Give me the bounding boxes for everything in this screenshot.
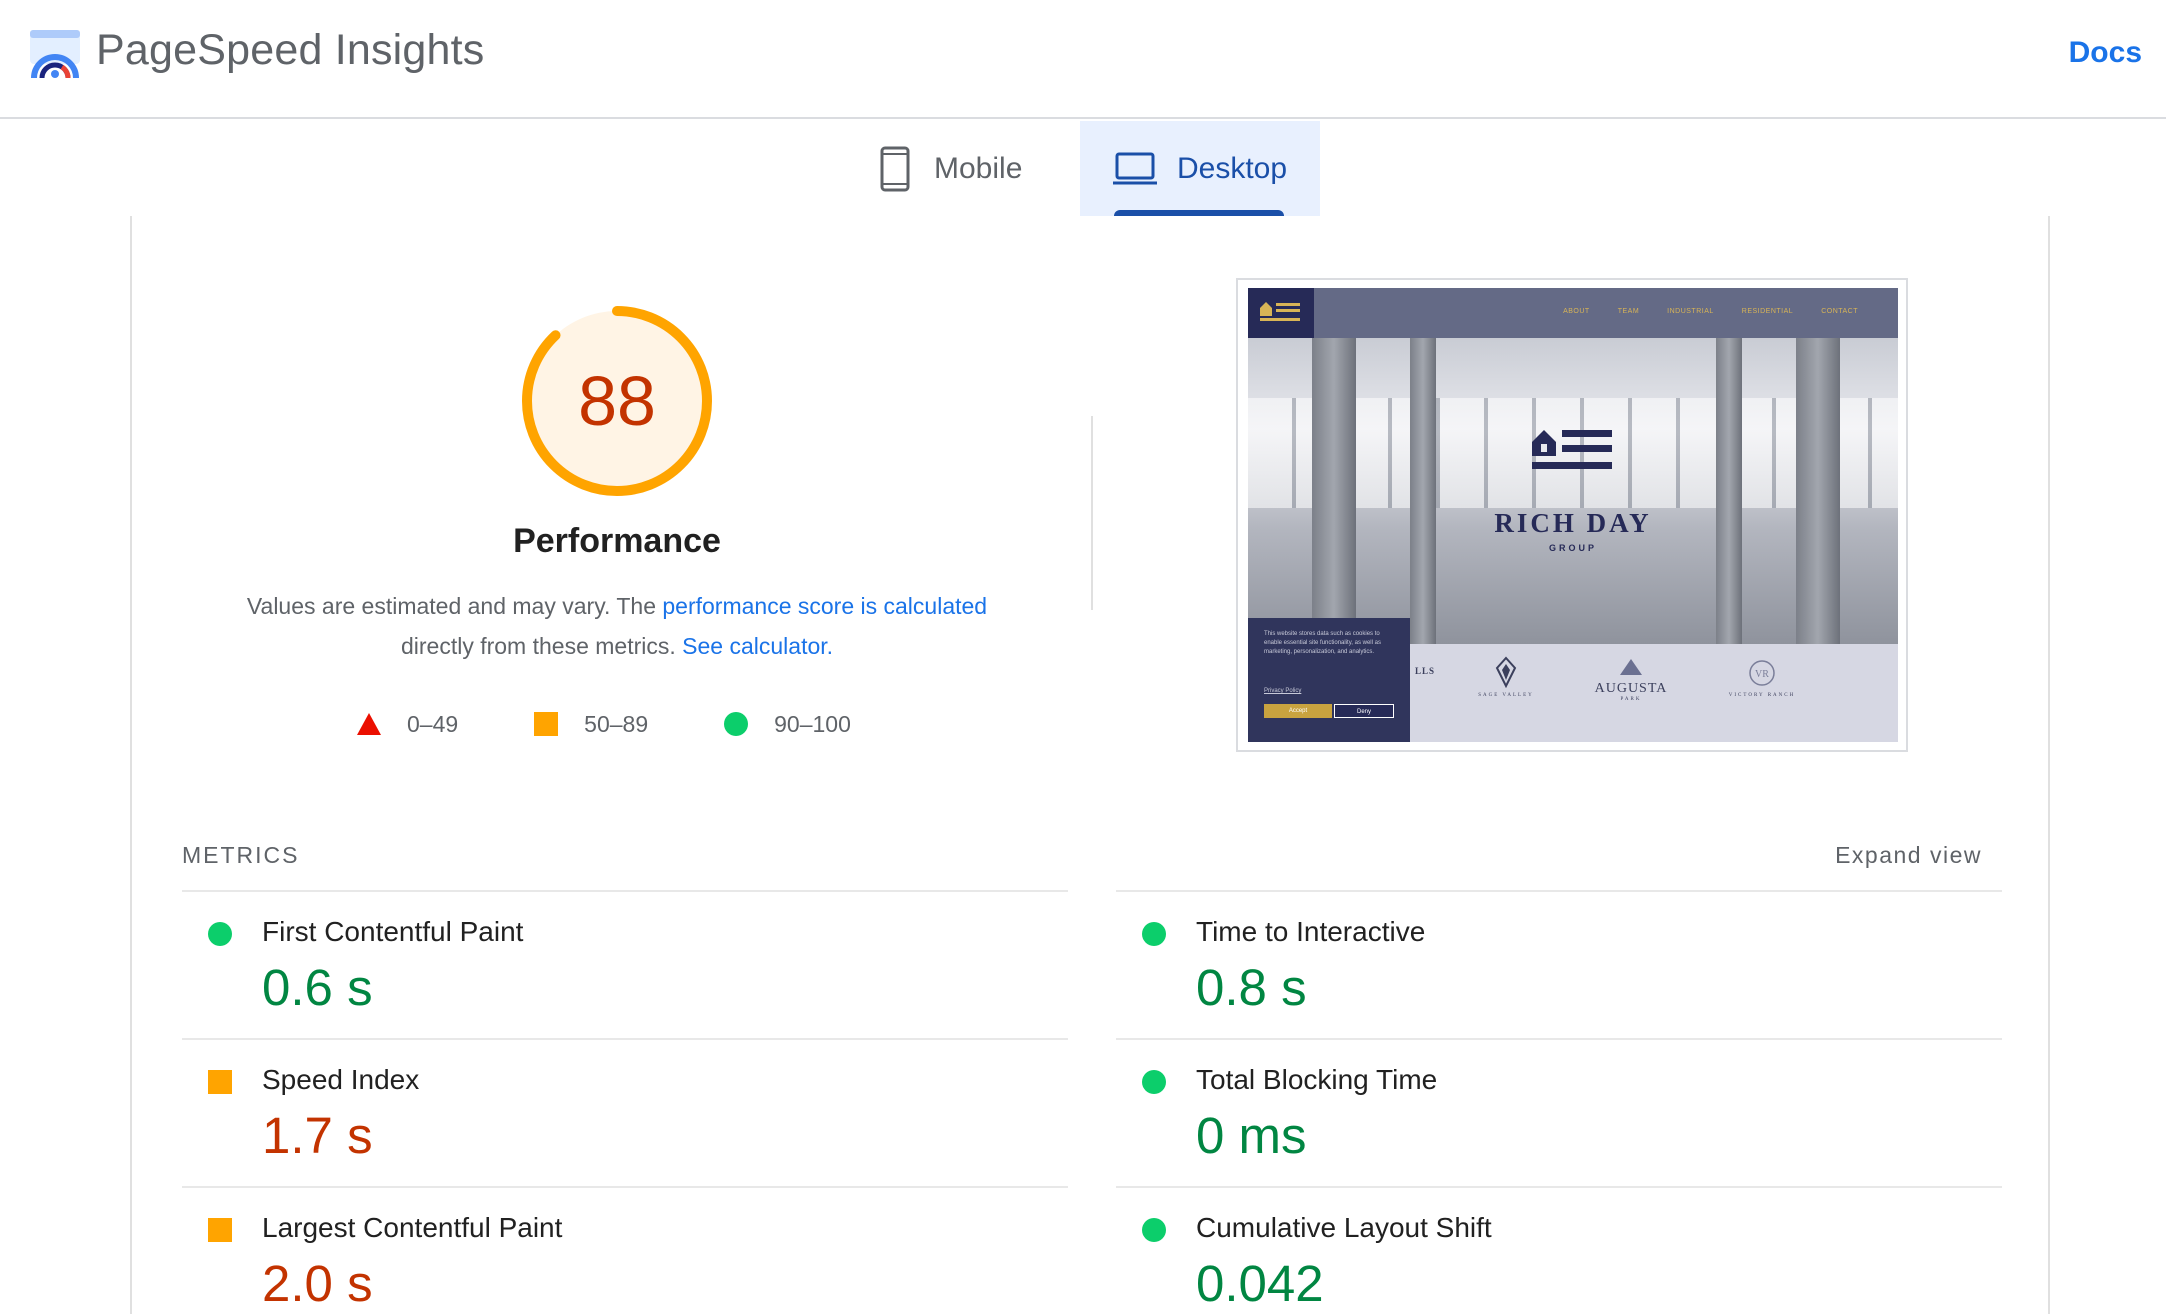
cookie-accept-button: Accept — [1264, 704, 1332, 718]
phone-icon — [880, 146, 910, 191]
app-title: PageSpeed Insights — [96, 26, 485, 74]
metric-value: 2.0 s — [262, 1255, 373, 1312]
partner-name: AUGUSTA — [1594, 681, 1668, 696]
metric-value: 0.042 — [1196, 1255, 1324, 1312]
metric-value: 0.6 s — [262, 959, 373, 1016]
partner-logo: AUGUSTA PARK — [1586, 658, 1676, 702]
metric-first-contentful-paint: First Contentful Paint 0.6 s — [182, 890, 1068, 1038]
report-card: 88 Performance Values are estimated and … — [130, 216, 2050, 1314]
legend-fail-range: 0–49 — [407, 710, 459, 737]
circle-icon — [724, 712, 749, 736]
section-divider — [1091, 416, 1093, 610]
cookie-text: This website stores data such as cookies… — [1264, 631, 1381, 655]
docs-link[interactable]: Docs — [2069, 36, 2142, 70]
sage-valley-logo-icon — [1495, 656, 1517, 689]
performance-score: 88 — [578, 362, 656, 440]
metric-largest-contentful-paint: Largest Contentful Paint 2.0 s — [182, 1186, 1068, 1314]
site-nav: ABOUT TEAM INDUSTRIAL RESIDENTIAL CONTAC… — [1248, 288, 1898, 338]
laptop-icon — [1112, 152, 1157, 184]
expand-view-button[interactable]: Expand view — [1835, 842, 1982, 869]
site-nav-link: INDUSTRIAL — [1667, 308, 1714, 315]
victory-ranch-logo-icon: VR — [1749, 660, 1775, 686]
pass-circle-icon — [1142, 1070, 1166, 1094]
partner-logo: LLS — [1410, 666, 1440, 676]
metric-cumulative-layout-shift: Cumulative Layout Shift 0.042 — [1116, 1186, 2002, 1314]
cookie-deny-button: Deny — [1334, 704, 1394, 718]
score-legend: 0–49 50–89 90–100 — [357, 704, 851, 744]
score-description: Values are estimated and may vary. The p… — [192, 586, 1042, 666]
hero-pillar — [1410, 338, 1436, 644]
hero-pillar — [1716, 338, 1742, 644]
brand-mark-icon — [1532, 430, 1612, 469]
site-nav-link: CONTACT — [1821, 308, 1858, 315]
hero-pillar — [1312, 338, 1356, 644]
desc-middle: directly from these metrics. — [400, 633, 683, 659]
legend-fail: 0–49 — [357, 711, 458, 738]
svg-text:VR: VR — [1755, 669, 1769, 680]
partner-sub: SAGE VALLEY — [1478, 693, 1534, 698]
tab-mobile-label: Mobile — [934, 151, 1023, 185]
pass-circle-icon — [208, 922, 232, 946]
metric-name: Time to Interactive — [1196, 916, 1426, 947]
augusta-logo-icon — [1620, 659, 1642, 675]
partner-sub: PARK — [1620, 697, 1642, 702]
device-tabs: Mobile Desktop — [0, 121, 2166, 216]
average-square-icon — [208, 1070, 232, 1094]
metric-name: Speed Index — [262, 1064, 420, 1095]
pass-circle-icon — [1142, 922, 1166, 946]
metric-name: Largest Contentful Paint — [262, 1212, 563, 1243]
header: PageSpeed Insights Docs — [0, 0, 2166, 119]
metric-speed-index: Speed Index 1.7 s — [182, 1038, 1068, 1186]
metrics-heading: METRICS — [182, 842, 300, 868]
calculator-link[interactable]: See calculator. — [682, 633, 833, 659]
site-nav-links: ABOUT TEAM INDUSTRIAL RESIDENTIAL CONTAC… — [1563, 308, 1858, 315]
metric-value: 0.8 s — [1196, 959, 1307, 1016]
site-logo — [1248, 288, 1314, 338]
site-brand-sub: GROUP — [1548, 543, 1597, 553]
square-icon — [534, 712, 559, 736]
pagespeed-logo-icon — [30, 30, 80, 79]
metric-time-to-interactive: Time to Interactive 0.8 s — [1116, 890, 2002, 1038]
site-hero: RICH DAY GROUP — [1248, 338, 1898, 644]
screenshot-image: ABOUT TEAM INDUSTRIAL RESIDENTIAL CONTAC… — [1248, 288, 1898, 742]
desc-prefix: Values are estimated and may vary. The — [246, 593, 663, 619]
score-calculation-link[interactable]: performance score is calculated — [662, 593, 987, 619]
site-logo-icon — [1260, 302, 1300, 321]
partner-logo: VR VICTORY RANCH — [1712, 658, 1812, 698]
pass-circle-icon — [1142, 1218, 1166, 1242]
metric-total-blocking-time: Total Blocking Time 0 ms — [1116, 1038, 2002, 1186]
metric-name: Cumulative Layout Shift — [1196, 1212, 1492, 1243]
cookie-banner: This website stores data such as cookies… — [1248, 618, 1410, 742]
metric-value: 0 ms — [1196, 1107, 1307, 1164]
tab-desktop-label: Desktop — [1176, 151, 1288, 185]
metric-name: Total Blocking Time — [1196, 1064, 1438, 1095]
site-brand-name: RICH DAY — [1494, 508, 1652, 538]
legend-average-range: 50–89 — [584, 710, 649, 737]
site-nav-link: TEAM — [1617, 308, 1640, 315]
partner-name: LLS — [1414, 666, 1435, 676]
tab-desktop[interactable]: Desktop — [1080, 121, 1320, 216]
average-square-icon — [208, 1218, 232, 1242]
tab-mobile[interactable]: Mobile — [880, 121, 1080, 216]
metric-value: 1.7 s — [262, 1107, 373, 1164]
performance-gauge: 88 — [512, 296, 722, 506]
site-nav-link: RESIDENTIAL — [1741, 308, 1794, 315]
triangle-icon — [357, 713, 381, 735]
metric-name: First Contentful Paint — [262, 916, 524, 947]
legend-pass-range: 90–100 — [774, 710, 851, 737]
legend-average: 50–89 — [534, 711, 648, 738]
final-screenshot: ABOUT TEAM INDUSTRIAL RESIDENTIAL CONTAC… — [1236, 278, 1908, 752]
cookie-policy-link: Privacy Policy — [1264, 688, 1302, 694]
performance-title: Performance — [513, 522, 721, 560]
legend-pass: 90–100 — [724, 711, 851, 738]
site-nav-link: ABOUT — [1563, 308, 1590, 315]
hero-pillar — [1796, 338, 1840, 644]
partner-logo: SAGE VALLEY — [1466, 656, 1546, 698]
partner-sub: VICTORY RANCH — [1728, 693, 1796, 698]
